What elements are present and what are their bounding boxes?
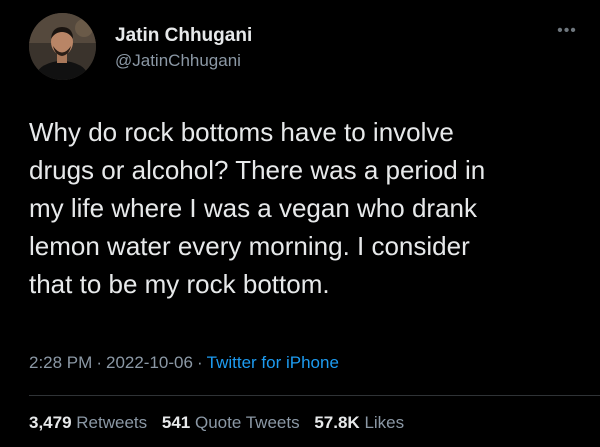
- tweet-text: Why do rock bottoms have to involve drug…: [29, 113, 589, 303]
- likes-count: 57.8K: [314, 413, 360, 432]
- likes-label: Likes: [364, 413, 405, 432]
- tweet-source-link[interactable]: Twitter for iPhone: [207, 353, 339, 372]
- avatar-image: [29, 13, 96, 80]
- tweet-text-line: lemon water every morning. I consider: [29, 231, 470, 261]
- tweet-text-line: drugs or alcohol? There was a period in: [29, 155, 486, 185]
- retweets-label: Retweets: [76, 413, 148, 432]
- tweet-text-line: that to be my rock bottom.: [29, 269, 330, 299]
- author-handle[interactable]: @JatinChhugani: [115, 51, 241, 71]
- more-horizontal-icon: •••: [557, 22, 577, 39]
- meta-separator: ·: [96, 353, 102, 372]
- meta-separator: ·: [196, 353, 203, 372]
- divider: [29, 395, 600, 396]
- tweet-card: Jatin Chhugani @JatinChhugani ••• Why do…: [0, 0, 600, 447]
- quote-tweets-label: Quote Tweets: [195, 413, 300, 432]
- tweet-text-line: Why do rock bottoms have to involve: [29, 117, 454, 147]
- tweet-time[interactable]: 2:28 PM: [29, 353, 92, 372]
- quote-tweets-stat[interactable]: 541 Quote Tweets: [162, 413, 300, 432]
- retweets-count: 3,479: [29, 413, 72, 432]
- tweet-date[interactable]: 2022-10-06: [106, 353, 193, 372]
- more-options-button[interactable]: •••: [553, 22, 581, 39]
- avatar[interactable]: [29, 13, 96, 80]
- author-name[interactable]: Jatin Chhugani: [115, 25, 252, 47]
- likes-stat[interactable]: 57.8K Likes: [314, 413, 404, 432]
- retweets-stat[interactable]: 3,479 Retweets: [29, 413, 147, 432]
- tweet-stats: 3,479 Retweets 541 Quote Tweets 57.8K Li…: [29, 413, 414, 433]
- quote-tweets-count: 541: [161, 413, 191, 432]
- tweet-text-line: my life where I was a vegan who drank: [29, 193, 477, 223]
- tweet-meta: 2:28 PM · 2022-10-06 · Twitter for iPhone: [29, 353, 339, 373]
